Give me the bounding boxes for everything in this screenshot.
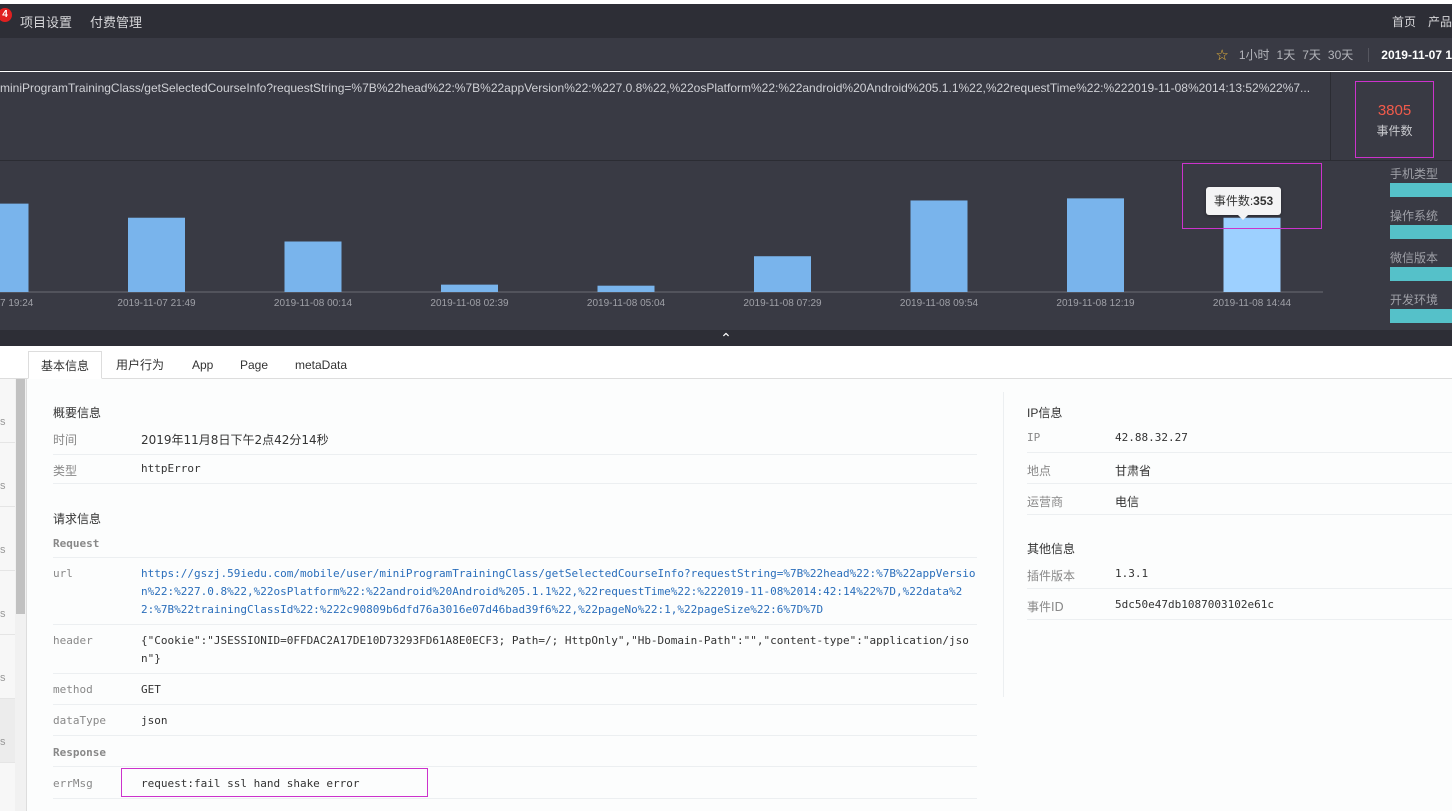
range-1h[interactable]: 1小时 [1239,46,1270,63]
x-tick-label: 2019-11-08 12:19 [1056,298,1135,309]
divider [1368,47,1370,62]
top-nav: 4 项目设置 付费管理 [0,4,160,38]
nav-project-settings[interactable]: 项目设置 [20,12,72,31]
x-tick-label: 2019-11-07 21:49 [117,298,196,309]
row-type: 类型 httpError [53,462,977,484]
row-ip: IP 42.88.32.27 [1027,431,1452,453]
x-tick-label: 2019-11-08 14:44 [1213,298,1292,309]
row-time: 时间 2019年11月8日下午2点42分14秒 [53,431,977,455]
x-tick-label: 2019-11-08 00:14 [274,298,353,309]
x-tick-label: 2019-11-08 07:29 [743,298,822,309]
request-title: 请求信息 [53,512,102,526]
chart-bar[interactable] [754,256,811,292]
event-url: miniProgramTrainingClass/getSelectedCour… [0,81,1311,95]
nav-billing[interactable]: 付费管理 [90,12,142,31]
scrollbar-thumb[interactable] [16,379,25,614]
chart-bar[interactable] [441,284,498,292]
row-carrier: 运营商 电信 [1027,493,1452,515]
ip-title: IP信息 [1027,406,1063,420]
request-label: Request [53,537,100,550]
metric-dev-env[interactable]: 开发环境 [1390,291,1452,323]
event-url-row: miniProgramTrainingClass/getSelectedCour… [0,72,1452,161]
row-location: 地点 甘肃省 [1027,462,1452,484]
range-1d[interactable]: 1天 [1277,46,1296,63]
star-icon[interactable]: ☆ [1215,46,1228,64]
collapse-chevron-up-icon[interactable]: ⌃ [0,330,1452,346]
x-tick-label: 2019-11-08 02:39 [430,298,509,309]
nav-home[interactable]: 首页 [1392,13,1416,30]
event-count-label: 事件数 [1376,124,1413,138]
x-tick-label: 2019-11-08 09:54 [900,298,979,309]
tab-basic-info[interactable]: 基本信息 [28,351,103,379]
chart-bar[interactable] [1067,198,1124,292]
metric-os[interactable]: 操作系统 [1390,207,1452,245]
chart-bar[interactable] [597,285,655,292]
errmsg-highlight-box [121,768,428,797]
chart-bar[interactable] [0,203,29,292]
row-method: method GET [53,683,977,705]
other-title: 其他信息 [1027,542,1076,556]
tab-app[interactable]: App [180,351,225,379]
metric-phone-type[interactable]: 手机类型 [1390,165,1452,203]
date-range-picker[interactable]: 2019-11-07 1 [1381,48,1452,62]
range-30d[interactable]: 30天 [1328,46,1353,63]
event-count-box: 3805 事件数 [1355,81,1434,158]
detail-tabs: 基本信息 用户行为 App Page metaData [0,346,1452,379]
x-tick-label: 2019-11-08 05:04 [587,298,666,309]
scrollbar[interactable] [15,379,26,811]
bar-chart: 7 19:24 2019-11-07 21:49 2019-11-08 00:14 2… [0,198,1323,309]
tab-metadata[interactable]: metaData [283,351,359,379]
overview-title: 概要信息 [53,406,102,420]
chart-tooltip: 事件数:353 [1206,187,1281,220]
time-range-toolbar: ☆ 1小时 1天 7天 30天 2019-11-07 1 [0,38,1452,71]
chart-bar[interactable] [284,241,342,293]
row-event-id: 事件ID 5dc50e47db1087003102e61c [1027,598,1452,620]
chart-bar[interactable] [128,217,185,292]
row-header: header {"Cookie":"JSESSIONID=0FFDAC2A17D… [53,634,977,674]
row-plugin-version: 插件版本 1.3.1 [1027,567,1452,589]
event-count: 3805 [1377,102,1412,119]
row-url: url https://gszj.59iedu.com/mobile/user/… [53,567,977,625]
metric-wechat-version[interactable]: 微信版本 [1390,249,1452,287]
response-label: Response [53,746,106,759]
tab-page[interactable]: Page [228,351,280,379]
tooltip-label: 事件数: [1213,194,1254,208]
row-datatype: dataType json [53,714,977,736]
range-7d[interactable]: 7天 [1302,46,1321,63]
chart-bar[interactable] [910,200,968,292]
x-tick-label: 7 19:24 [0,298,34,309]
side-metrics: 手机类型 操作系统 微信版本 开发环境 [1390,165,1452,327]
divider [1330,72,1331,160]
time-range-selector: ☆ 1小时 1天 7天 30天 2019-11-07 1 [1215,38,1452,71]
nav-product[interactable]: 产品 [1428,13,1452,30]
divider [1003,392,1004,697]
request-url-link[interactable]: https://gszj.59iedu.com/mobile/user/mini… [141,565,977,619]
tab-user-behavior[interactable]: 用户行为 [104,351,176,379]
tooltip-value: 353 [1253,194,1274,208]
top-nav-bar: 4 项目设置 付费管理 首页 产品 [0,0,1452,38]
notification-badge[interactable]: 4 [0,8,12,22]
top-right-links: 首页 产品 [1380,4,1452,38]
